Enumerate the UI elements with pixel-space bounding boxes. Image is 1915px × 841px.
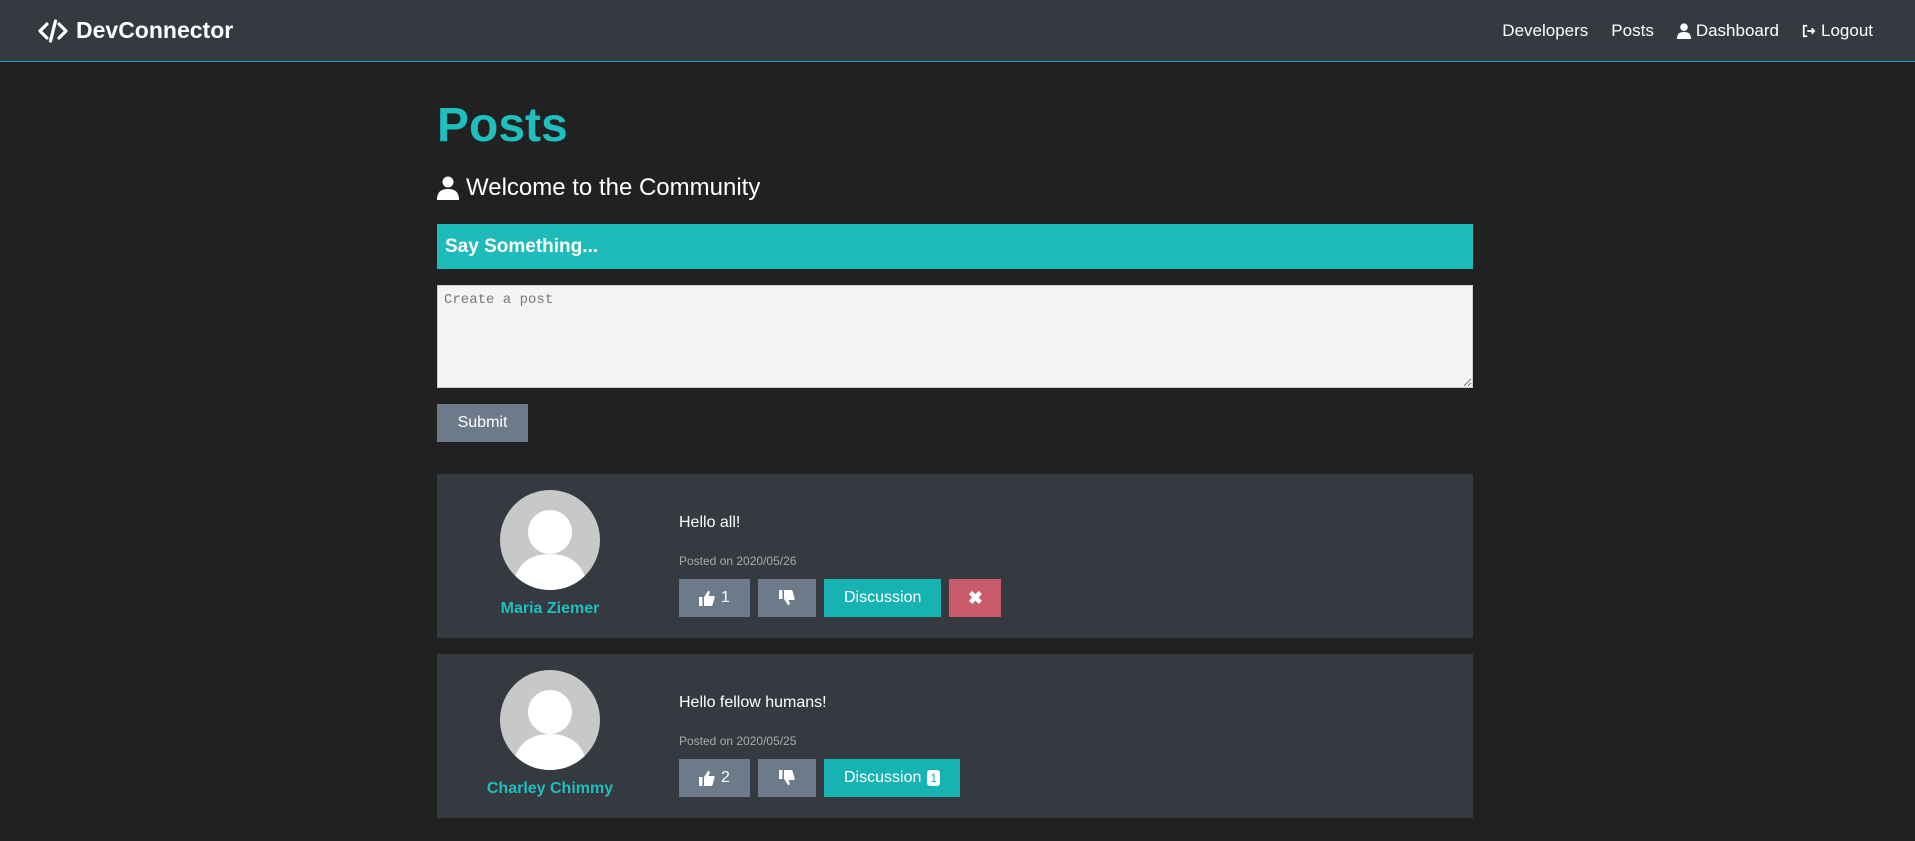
thumbs-down-icon: [779, 770, 795, 785]
page-lead-text: Welcome to the Community: [466, 174, 761, 201]
code-icon: [38, 18, 68, 43]
like-count: 1: [721, 589, 730, 606]
submit-button[interactable]: Submit: [437, 404, 528, 442]
thumbs-up-icon: [699, 771, 715, 786]
thumbs-down-icon: [779, 590, 795, 605]
post-form-header: Say Something...: [437, 224, 1473, 269]
nav-dashboard-label: Dashboard: [1695, 20, 1779, 40]
like-button[interactable]: 1: [679, 579, 750, 617]
comment-count-badge: 1: [927, 770, 941, 786]
post-date: Posted on 2020/05/25: [679, 734, 797, 748]
like-button[interactable]: 2: [679, 759, 750, 797]
avatar[interactable]: [500, 490, 600, 590]
post-text: Hello fellow humans!: [679, 694, 827, 711]
unlike-button[interactable]: [758, 759, 816, 797]
discussion-label: Discussion: [844, 769, 922, 786]
sign-out-icon: [1802, 24, 1816, 37]
brand-label: DevConnector: [76, 17, 234, 43]
nav-logout[interactable]: Logout: [1802, 21, 1873, 41]
page-lead: Welcome to the Community: [437, 174, 760, 202]
discussion-button[interactable]: Discussion: [824, 579, 942, 617]
post-text: Hello all!: [679, 514, 741, 531]
discussion-button[interactable]: Discussion 1: [824, 759, 961, 797]
default-avatar-icon: [512, 690, 588, 770]
page-title: Posts: [437, 99, 568, 152]
nav-posts[interactable]: Posts: [1611, 21, 1654, 41]
thumbs-up-icon: [699, 591, 715, 606]
post-item: Charley Chimmy Hello fellow humans! Post…: [437, 654, 1473, 818]
user-icon: [437, 176, 459, 200]
post-item: Maria Ziemer Hello all! Posted on 2020/0…: [437, 474, 1473, 638]
avatar[interactable]: [500, 670, 600, 770]
navbar: DevConnector Developers Posts Dashboard …: [0, 0, 1915, 62]
post-user[interactable]: Maria Ziemer: [437, 474, 663, 638]
like-count: 2: [721, 769, 730, 786]
times-icon: ✖: [967, 587, 983, 608]
create-post-textarea[interactable]: [437, 285, 1473, 388]
user-name[interactable]: Charley Chimmy: [487, 780, 613, 798]
nav-dashboard[interactable]: Dashboard: [1676, 20, 1779, 41]
user-icon: [1676, 22, 1691, 39]
unlike-button[interactable]: [758, 579, 816, 617]
default-avatar-icon: [512, 510, 588, 590]
delete-button[interactable]: ✖: [949, 579, 1002, 617]
user-name[interactable]: Maria Ziemer: [501, 600, 600, 618]
post-date: Posted on 2020/05/26: [679, 554, 797, 568]
nav-developers[interactable]: Developers: [1502, 21, 1588, 41]
discussion-label: Discussion: [844, 589, 922, 606]
brand-link[interactable]: DevConnector: [38, 17, 233, 44]
nav-links: Developers Posts Dashboard Logout: [1502, 21, 1873, 41]
post-actions: 1 Discussion ✖: [679, 579, 1002, 617]
nav-logout-label: Logout: [1821, 20, 1873, 40]
post-user[interactable]: Charley Chimmy: [437, 654, 663, 818]
post-actions: 2 Discussion 1: [679, 759, 961, 797]
